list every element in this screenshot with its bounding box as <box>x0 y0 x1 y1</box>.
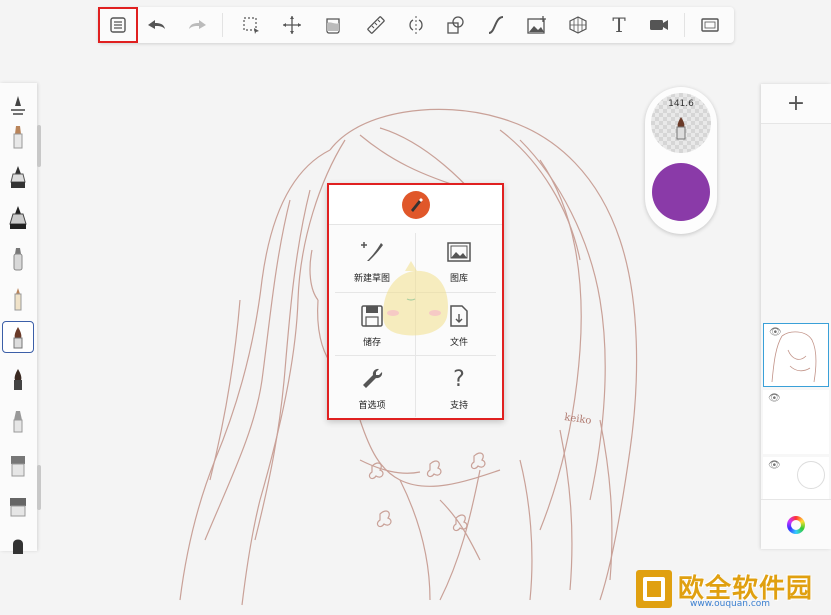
brush-scrollbar[interactable] <box>37 125 41 167</box>
gallery-icon <box>447 242 471 262</box>
watermark-logo-icon <box>636 570 672 608</box>
menu-divider-vertical <box>415 233 416 417</box>
menu-item-save[interactable]: 储存 <box>329 293 415 357</box>
selection-icon[interactable] <box>235 9 267 41</box>
menu-item-support[interactable]: ? 支持 <box>416 356 502 420</box>
menu-item-label: 储存 <box>362 338 381 348</box>
signature-text: keiko <box>564 412 593 427</box>
watermark-url: www.ouquan.com <box>690 599 771 609</box>
new-sketch-icon <box>361 242 383 261</box>
color-wheel-icon[interactable] <box>761 499 831 549</box>
brush-pen-icon[interactable] <box>2 283 34 315</box>
background-color-circle[interactable] <box>797 461 825 489</box>
fullscreen-icon[interactable] <box>694 9 726 41</box>
file-icon <box>450 305 468 327</box>
menu-item-file[interactable]: 文件 <box>416 293 502 357</box>
brush-wide-icon[interactable] <box>2 489 34 521</box>
transform-icon[interactable] <box>276 9 308 41</box>
app-logo-icon <box>401 190 430 219</box>
layer-sketch[interactable]: 👁 <box>763 323 829 387</box>
brush-scrollbar-lower[interactable] <box>37 465 41 510</box>
layer-thumbnail <box>771 331 817 383</box>
brush-flat-icon[interactable] <box>2 449 34 481</box>
brush-size-value: 141.6 <box>668 99 694 109</box>
wrench-icon <box>363 368 383 388</box>
brush-paintbrush-selected-icon[interactable] <box>2 321 34 353</box>
menu-item-label: 文件 <box>449 338 468 348</box>
symmetry-icon[interactable] <box>400 9 432 41</box>
menu-item-label: 首选项 <box>358 401 386 411</box>
brush-palette <box>0 83 37 554</box>
brush-airbrush-icon[interactable] <box>2 243 34 275</box>
menu-item-preferences[interactable]: 首选项 <box>329 356 415 420</box>
stroke-curve-icon[interactable] <box>480 9 512 41</box>
brush-pencil-icon[interactable] <box>2 121 34 153</box>
menu-header <box>329 185 502 225</box>
help-icon: ? <box>453 366 465 392</box>
add-layer-button[interactable]: + <box>761 84 831 124</box>
redo-icon[interactable] <box>182 9 214 41</box>
text-tool-glyph: T <box>612 13 626 37</box>
watermark: 欧全软件园 www.ouquan.com <box>636 568 831 612</box>
menu-item-new-sketch[interactable]: 新建草图 <box>329 229 415 293</box>
undo-icon[interactable] <box>140 9 172 41</box>
fill-bucket-icon[interactable] <box>317 9 349 41</box>
time-lapse-icon[interactable] <box>643 9 675 41</box>
brush-marker-icon[interactable] <box>2 161 34 193</box>
brush-library-icon[interactable] <box>2 89 34 121</box>
eye-icon[interactable]: 👁 <box>768 393 781 404</box>
color-swatch[interactable] <box>652 163 710 221</box>
brush-size-control[interactable]: 141.6 <box>651 93 711 153</box>
layer-panel: + 👁 👁 👁 <box>761 84 831 549</box>
brush-eraser-icon[interactable] <box>2 527 34 559</box>
menu-item-label: 支持 <box>449 401 468 411</box>
toolbar-divider <box>684 13 685 37</box>
menu-item-label: 图库 <box>449 274 468 284</box>
add-image-icon[interactable] <box>521 9 553 41</box>
layer-2[interactable]: 👁 <box>763 390 829 454</box>
menu-list-icon[interactable] <box>98 7 138 43</box>
toolbar-divider <box>222 13 223 37</box>
top-toolbar: T <box>98 7 734 43</box>
menu-item-gallery[interactable]: 图库 <box>416 229 502 293</box>
current-brush-icon <box>676 117 686 140</box>
brush-chisel-icon[interactable] <box>2 405 34 437</box>
brush-puck[interactable]: 141.6 <box>645 87 717 234</box>
main-menu-popup: 新建草图 图库 储存 文件 首选项 ? 支持 <box>327 183 504 420</box>
text-icon[interactable]: T <box>603 9 635 41</box>
menu-item-label: 新建草图 <box>353 274 390 284</box>
shapes-icon[interactable] <box>440 9 472 41</box>
brush-paint-icon[interactable] <box>2 363 34 395</box>
eye-icon[interactable]: 👁 <box>768 460 781 471</box>
save-icon <box>361 305 383 327</box>
brush-ink-icon[interactable] <box>2 201 34 233</box>
ruler-icon[interactable] <box>360 9 392 41</box>
perspective-grid-icon[interactable] <box>562 9 594 41</box>
